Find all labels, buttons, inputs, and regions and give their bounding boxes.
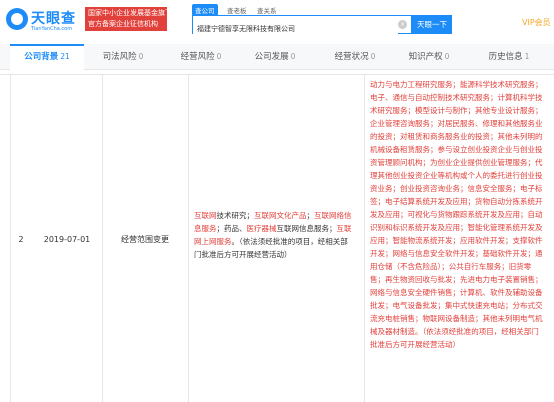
tab-judicial-risk[interactable]: 司法风险 0 <box>86 44 160 70</box>
highlighted-text: 医疗器械 <box>246 224 277 233</box>
logo-text: 天眼查 <box>31 11 76 27</box>
highlighted-text: 动力与电力工程研究服务；能源科学技术研究服务；电子、通信与自动控制技术研究服务；… <box>370 80 543 349</box>
clear-icon[interactable]: × <box>398 20 407 29</box>
plain-text: ； <box>306 211 315 220</box>
logo-eye-icon <box>6 8 28 30</box>
highlighted-text: 互联网 <box>194 211 217 220</box>
tab-label: 经营风险 <box>180 52 215 62</box>
tab-company-development[interactable]: 公司发展 0 <box>238 44 312 70</box>
plain-text: ；药品、 <box>216 224 247 233</box>
tab-count: 1 <box>524 52 530 61</box>
company-tabs: 公司背景 21 司法风险 0 经营风险 0 公司发展 0 经营状况 0 知识产权 0 历史信… <box>0 44 554 70</box>
record-before-content: 互联网技术研究；互联网文化产品；互联网络信息服务；药品、医疗器械互联网信息服务；… <box>188 209 360 261</box>
tab-company-background[interactable]: 公司背景 21 <box>10 44 84 70</box>
site-logo[interactable]: 天眼查 TianYanCha.com <box>6 6 82 34</box>
tab-count: 0 <box>290 52 296 61</box>
tab-label: 公司发展 <box>254 52 289 62</box>
search-button[interactable]: 天眼一下 <box>412 15 452 34</box>
record-date: 2019-07-01 <box>43 234 91 244</box>
official-badge: 国家中小企业发展基金旗下 官方备案企业征信机构 <box>85 7 167 31</box>
record-after-content: 动力与电力工程研究服务；能源科学技术研究服务；电子、通信与自动控制技术研究服务；… <box>364 75 554 351</box>
tab-intellectual-property[interactable]: 知识产权 0 <box>392 44 466 70</box>
record-index: 2 <box>18 234 24 244</box>
highlighted-text: 互联网文化产品 <box>254 211 307 220</box>
badge-line-2: 官方备案企业征信机构 <box>88 20 158 28</box>
badge-line-1: 国家中小企业发展基金旗下 <box>88 9 167 17</box>
tab-count: 0 <box>444 52 450 61</box>
tab-count: 0 <box>138 52 144 61</box>
tab-count: 0 <box>216 52 222 61</box>
plain-text: 技术研究； <box>216 211 255 220</box>
tab-operating-status[interactable]: 经营状况 0 <box>318 44 392 70</box>
tab-count: 0 <box>370 52 376 61</box>
record-change-type: 经营范围变更 <box>121 234 169 244</box>
tab-history-info[interactable]: 历史信息 1 <box>472 44 546 70</box>
site-header: 天眼查 TianYanCha.com 国家中小企业发展基金旗下 官方备案企业征信… <box>0 0 554 38</box>
tab-label: 公司背景 <box>24 52 59 62</box>
plain-text: 互联网信息服务； <box>276 224 337 233</box>
search-input[interactable] <box>193 20 398 38</box>
search-box: × <box>192 15 412 38</box>
vip-link[interactable]: VIP会员 <box>522 17 551 28</box>
tab-count: 21 <box>60 52 70 61</box>
tab-label: 经营状况 <box>334 52 369 62</box>
tab-operating-risk[interactable]: 经营风险 0 <box>164 44 238 70</box>
logo-subtext: TianYanCha.com <box>31 26 73 32</box>
tab-label: 历史信息 <box>488 52 523 62</box>
tab-label: 司法风险 <box>102 52 137 62</box>
change-record-table: 2 2019-07-01 经营范围变更 互联网技术研究；互联网文化产品；互联网络… <box>0 74 554 402</box>
tab-label: 知识产权 <box>408 52 443 62</box>
